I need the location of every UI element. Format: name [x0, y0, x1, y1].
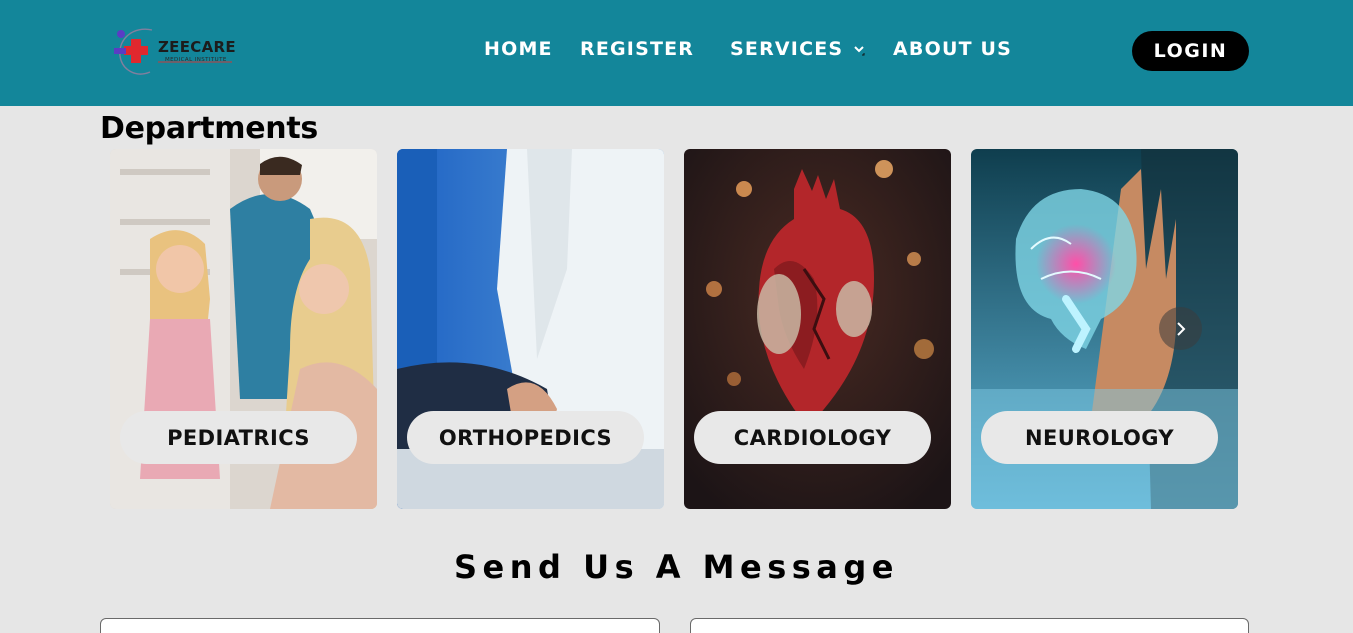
logo[interactable]: ZEECARE MEDICAL INSTITUTE: [112, 24, 238, 78]
nav-about-us[interactable]: ABOUT US: [893, 38, 1012, 60]
nav-register[interactable]: REGISTER: [580, 38, 694, 60]
login-button[interactable]: LOGIN: [1132, 31, 1249, 71]
department-label[interactable]: PEDIATRICS: [120, 411, 357, 464]
department-label[interactable]: CARDIOLOGY: [694, 411, 931, 464]
department-label[interactable]: NEUROLOGY: [981, 411, 1218, 464]
chevron-right-icon: [1176, 321, 1185, 336]
brand-name: ZEECARE: [158, 38, 236, 56]
departments-title: Departments: [100, 111, 318, 146]
message-section-title: Send Us A Message: [454, 548, 899, 586]
brand-tagline: MEDICAL INSTITUTE: [165, 57, 227, 63]
message-name-field[interactable]: [100, 618, 660, 633]
nav-home[interactable]: HOME: [484, 38, 553, 60]
department-card-pediatrics[interactable]: PEDIATRICS: [110, 149, 377, 509]
navbar: ZEECARE MEDICAL INSTITUTE HOME REGISTER …: [0, 0, 1353, 106]
department-card-orthopedics[interactable]: ORTHOPEDICS: [397, 149, 664, 509]
nav-services[interactable]: SERVICES: [730, 38, 843, 60]
department-card-cardiology[interactable]: CARDIOLOGY: [684, 149, 951, 509]
carousel-next-button[interactable]: [1159, 307, 1202, 350]
chevron-down-icon[interactable]: [853, 43, 865, 57]
message-email-field[interactable]: [690, 618, 1249, 633]
department-label[interactable]: ORTHOPEDICS: [407, 411, 644, 464]
